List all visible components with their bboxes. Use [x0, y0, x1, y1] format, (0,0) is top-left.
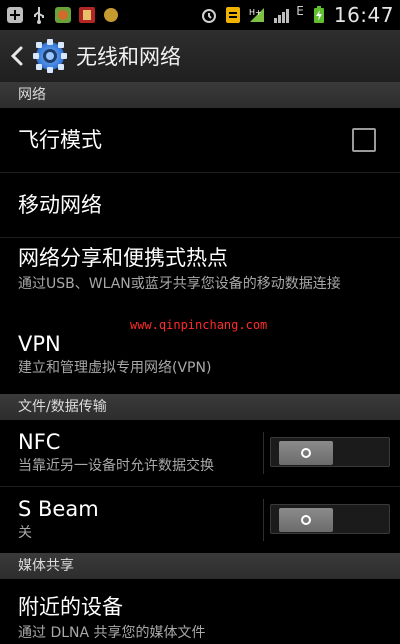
nfc-toggle[interactable]	[263, 432, 390, 474]
section-header-network: 网络	[0, 82, 400, 108]
document-icon	[224, 6, 242, 24]
circle-icon	[102, 6, 120, 24]
toggle-separator	[263, 432, 264, 474]
nearby-devices-item[interactable]: 附近的设备 通过 DLNA 共享您的媒体文件	[0, 579, 400, 644]
tethering-item[interactable]: 网络分享和便携式热点 通过USB、WLAN或蓝牙共享您设备的移动数据连接	[0, 242, 400, 318]
airplane-mode-item[interactable]: 飞行模式	[0, 108, 400, 172]
action-bar: 无线和网络	[0, 30, 400, 82]
app-icon-2	[78, 6, 96, 24]
status-time: 16:47	[333, 3, 394, 27]
settings-gear-icon	[32, 38, 68, 74]
network-type-label: E	[296, 4, 304, 18]
off-indicator-icon	[301, 515, 311, 525]
section-header-file-transfer: 文件/数据传输	[0, 394, 400, 420]
section-header-media-share: 媒体共享	[0, 553, 400, 579]
signal-icon	[272, 6, 290, 24]
nearby-devices-title: 附近的设备	[18, 595, 123, 619]
status-bar: H+ E 16:47	[0, 0, 400, 30]
divider	[0, 237, 400, 238]
chevron-left-icon	[10, 46, 23, 66]
tethering-title: 网络分享和便携式热点	[18, 246, 228, 270]
tethering-subtitle: 通过USB、WLAN或蓝牙共享您设备的移动数据连接	[18, 276, 341, 292]
back-button[interactable]	[6, 46, 28, 66]
battery-icon	[310, 6, 328, 24]
watermark-text: www.qinpinchang.com	[130, 318, 268, 332]
airplane-mode-checkbox[interactable]	[352, 128, 376, 152]
svg-text:H+: H+	[249, 8, 262, 17]
app-icon-1	[54, 6, 72, 24]
plus-box-icon	[6, 6, 24, 24]
vpn-item[interactable]: VPN 建立和管理虚拟专用网络(VPN)	[0, 332, 400, 394]
mobile-network-title: 移动网络	[18, 193, 102, 217]
toggle-separator	[263, 499, 264, 541]
wifi-signal-icon: H+	[248, 6, 266, 24]
mobile-network-item[interactable]: 移动网络	[0, 173, 400, 237]
nearby-devices-subtitle: 通过 DLNA 共享您的媒体文件	[18, 625, 206, 641]
toggle-knob	[279, 441, 333, 465]
usb-icon	[30, 6, 48, 24]
sbeam-toggle[interactable]	[263, 499, 390, 541]
page-title: 无线和网络	[76, 45, 181, 69]
vpn-title: VPN	[18, 332, 61, 356]
vpn-subtitle: 建立和管理虚拟专用网络(VPN)	[18, 360, 212, 376]
toggle-knob	[279, 508, 333, 532]
alarm-icon	[200, 6, 218, 24]
off-indicator-icon	[301, 448, 311, 458]
airplane-mode-title: 飞行模式	[18, 128, 102, 152]
